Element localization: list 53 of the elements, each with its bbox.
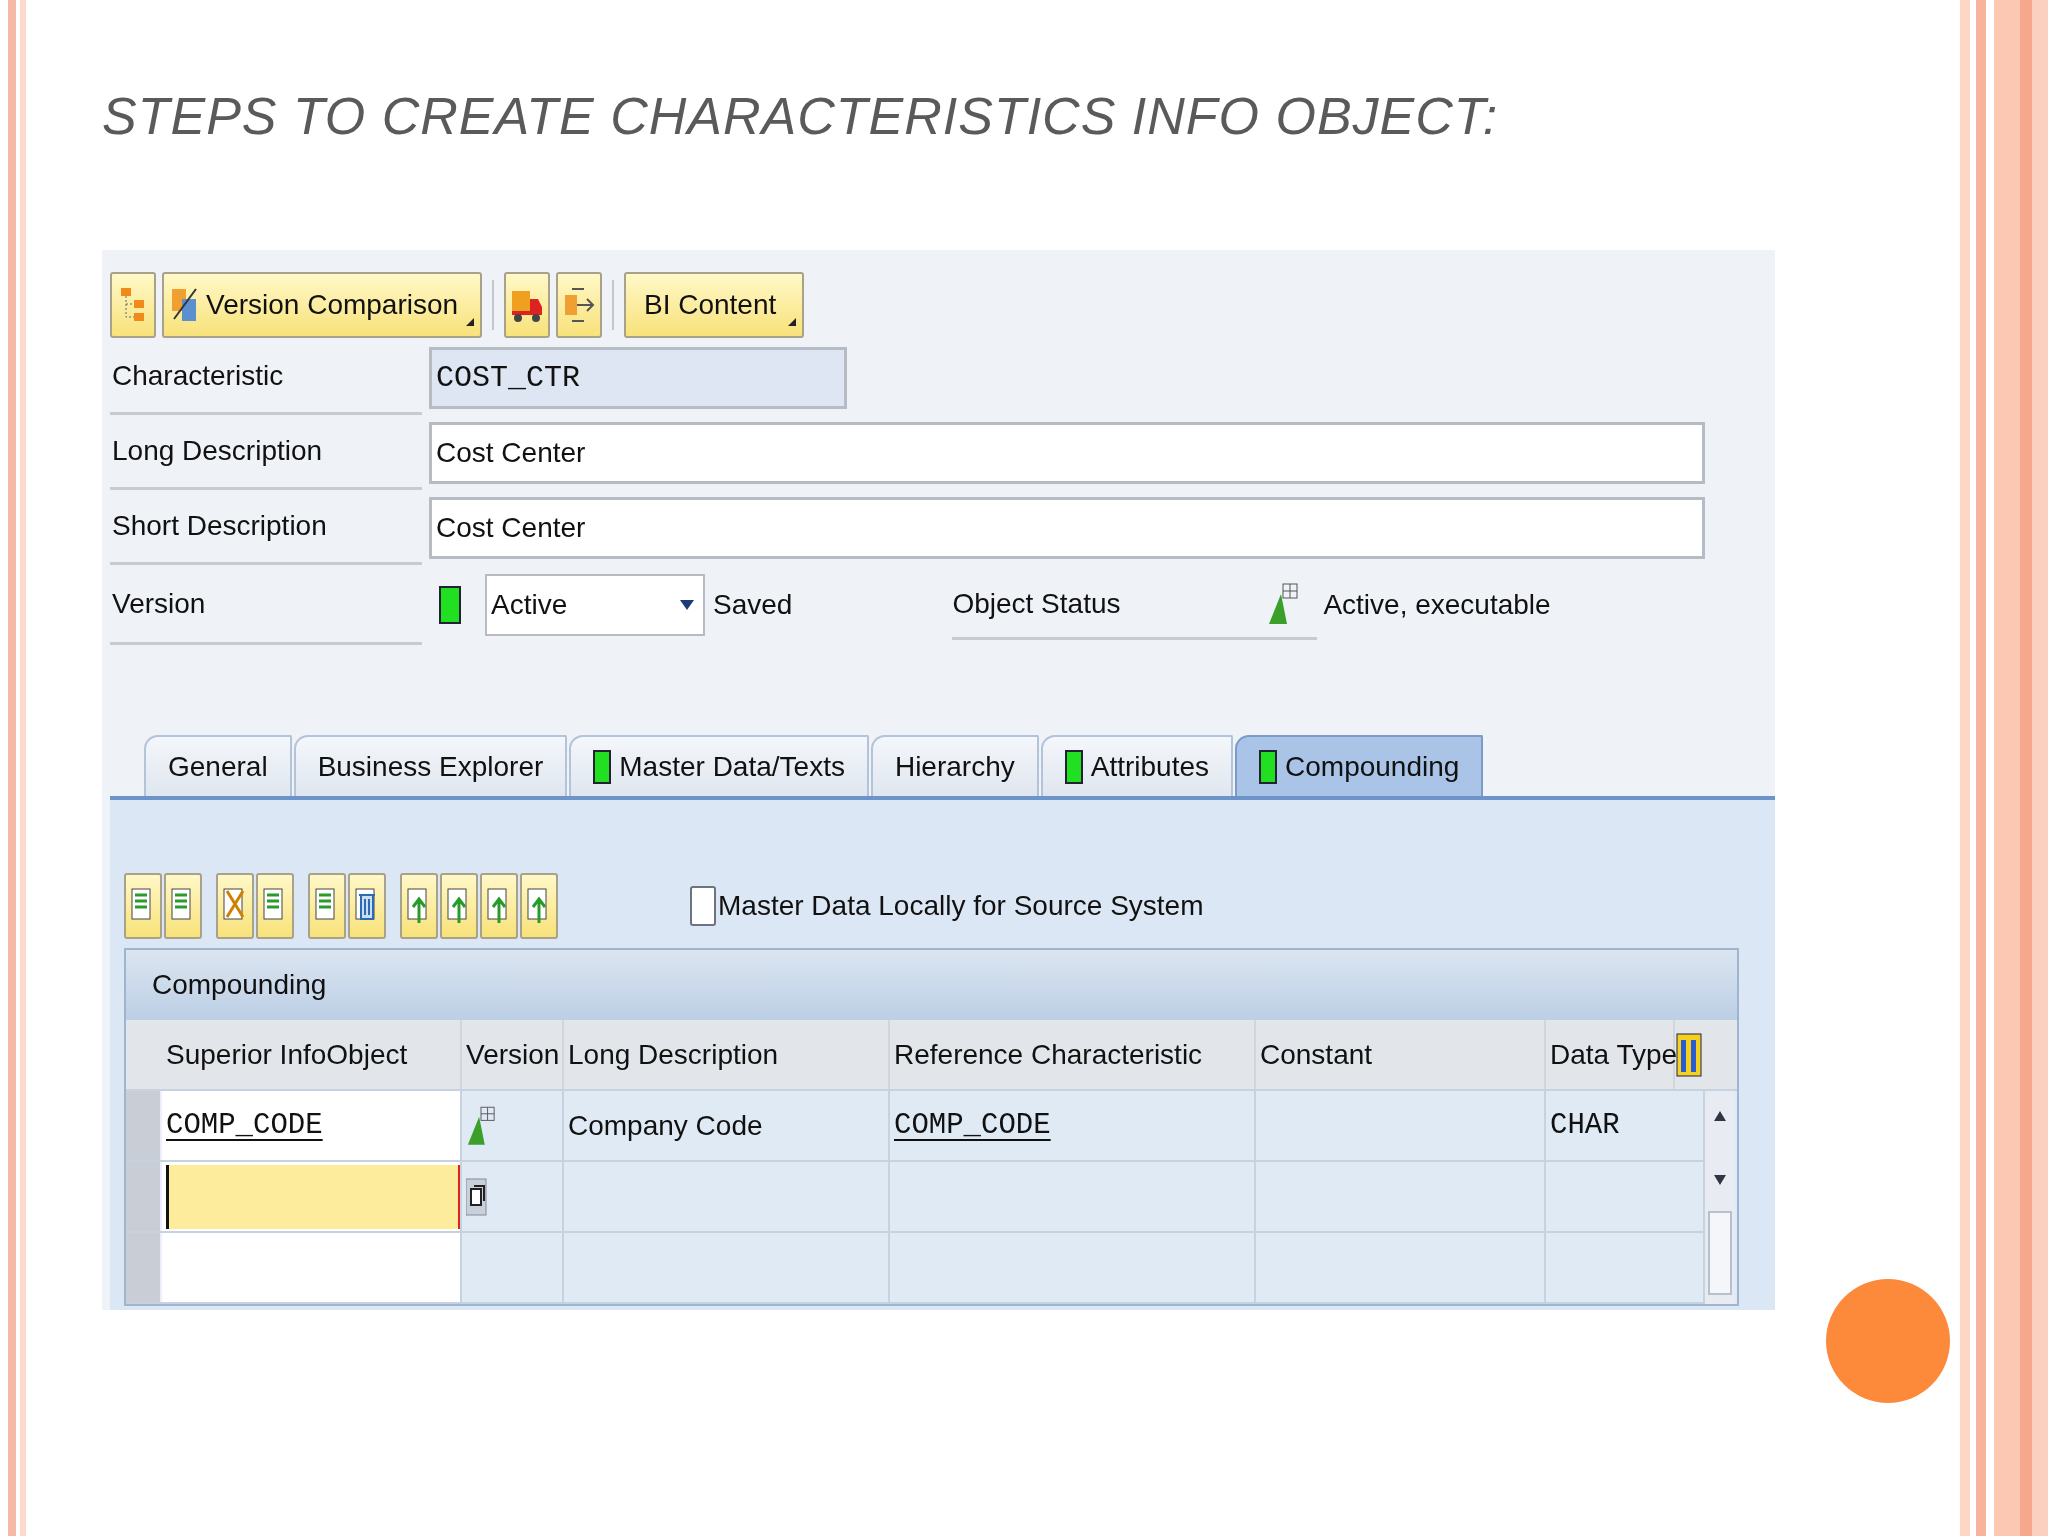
toolbar-icon-button[interactable] [480,873,518,939]
slide-title: STEPS TO CREATE CHARACTERISTICS INFO OBJECT: [102,86,1499,146]
checkbox[interactable]: Master Data Locally for Source System [690,886,1204,926]
tab[interactable]: Attributes [1040,735,1233,796]
table-cell: Company Code [568,1109,763,1142]
version-dropdown[interactable]: Active [485,574,705,636]
toolbar-icon-button[interactable] [440,873,478,939]
field-label: Version [110,565,422,645]
column-header[interactable]: Reference Characteristic [890,1020,1256,1089]
status-icon [439,586,461,624]
toolbar-icon-button[interactable] [520,873,558,939]
tab[interactable]: Master Data/Texts [569,735,869,796]
text-field[interactable]: Cost Center [429,421,1705,484]
toolbar-icon-button[interactable] [164,873,202,939]
text-field[interactable]: COST_CTR [429,346,847,409]
toolbar-icon-button[interactable] [216,873,254,939]
arrow-branch-icon [562,285,597,325]
tab[interactable]: General [144,735,292,796]
column-header[interactable]: Superior InfoObject [162,1020,462,1089]
tab[interactable]: Hierarchy [870,735,1039,796]
field-label: Long Description [110,415,422,490]
toolbar-icon-button[interactable] [348,873,386,939]
table-cell: CHAR [1550,1109,1620,1142]
object-status: Active, executable [1323,589,1551,621]
input-field[interactable] [166,1164,460,1229]
tab[interactable]: Compounding [1235,735,1484,796]
column-header[interactable]: Version [462,1020,564,1089]
version-comparison-button[interactable]: Version Comparison [162,272,483,338]
table-cell: COMP_CODE [894,1109,1051,1142]
dropdown-arrow-icon [679,599,695,611]
table-cell: COMP_CODE [166,1109,323,1142]
column-header[interactable]: Constant [1256,1020,1546,1089]
toolbar-icon-button[interactable] [124,873,162,939]
bi-content-button[interactable]: BI Content [624,272,805,338]
field-label: Short Description [110,490,422,565]
save-status: Saved [713,589,793,621]
table-title: Compounding [126,950,1737,1020]
hierarchy-button[interactable] [110,272,156,338]
caret-icon [788,318,797,326]
toolbar-icon-button[interactable] [400,873,438,939]
caret-icon [466,318,475,326]
value-help-icon[interactable] [466,1176,488,1217]
truck-button[interactable] [504,272,551,338]
tab[interactable]: Business Explorer [293,735,568,796]
transfer-button[interactable] [556,272,603,338]
text-field[interactable]: Cost Center [429,496,1705,559]
toolbar-icon-button[interactable] [308,873,346,939]
scrollbar[interactable] [1705,1091,1735,1304]
field-label: Characteristic [110,340,422,415]
toolbar-icon-button[interactable] [256,873,294,939]
active-status-icon [1267,581,1300,626]
field-label: Object Status [952,587,1121,620]
column-header[interactable]: Long Description [564,1020,890,1089]
